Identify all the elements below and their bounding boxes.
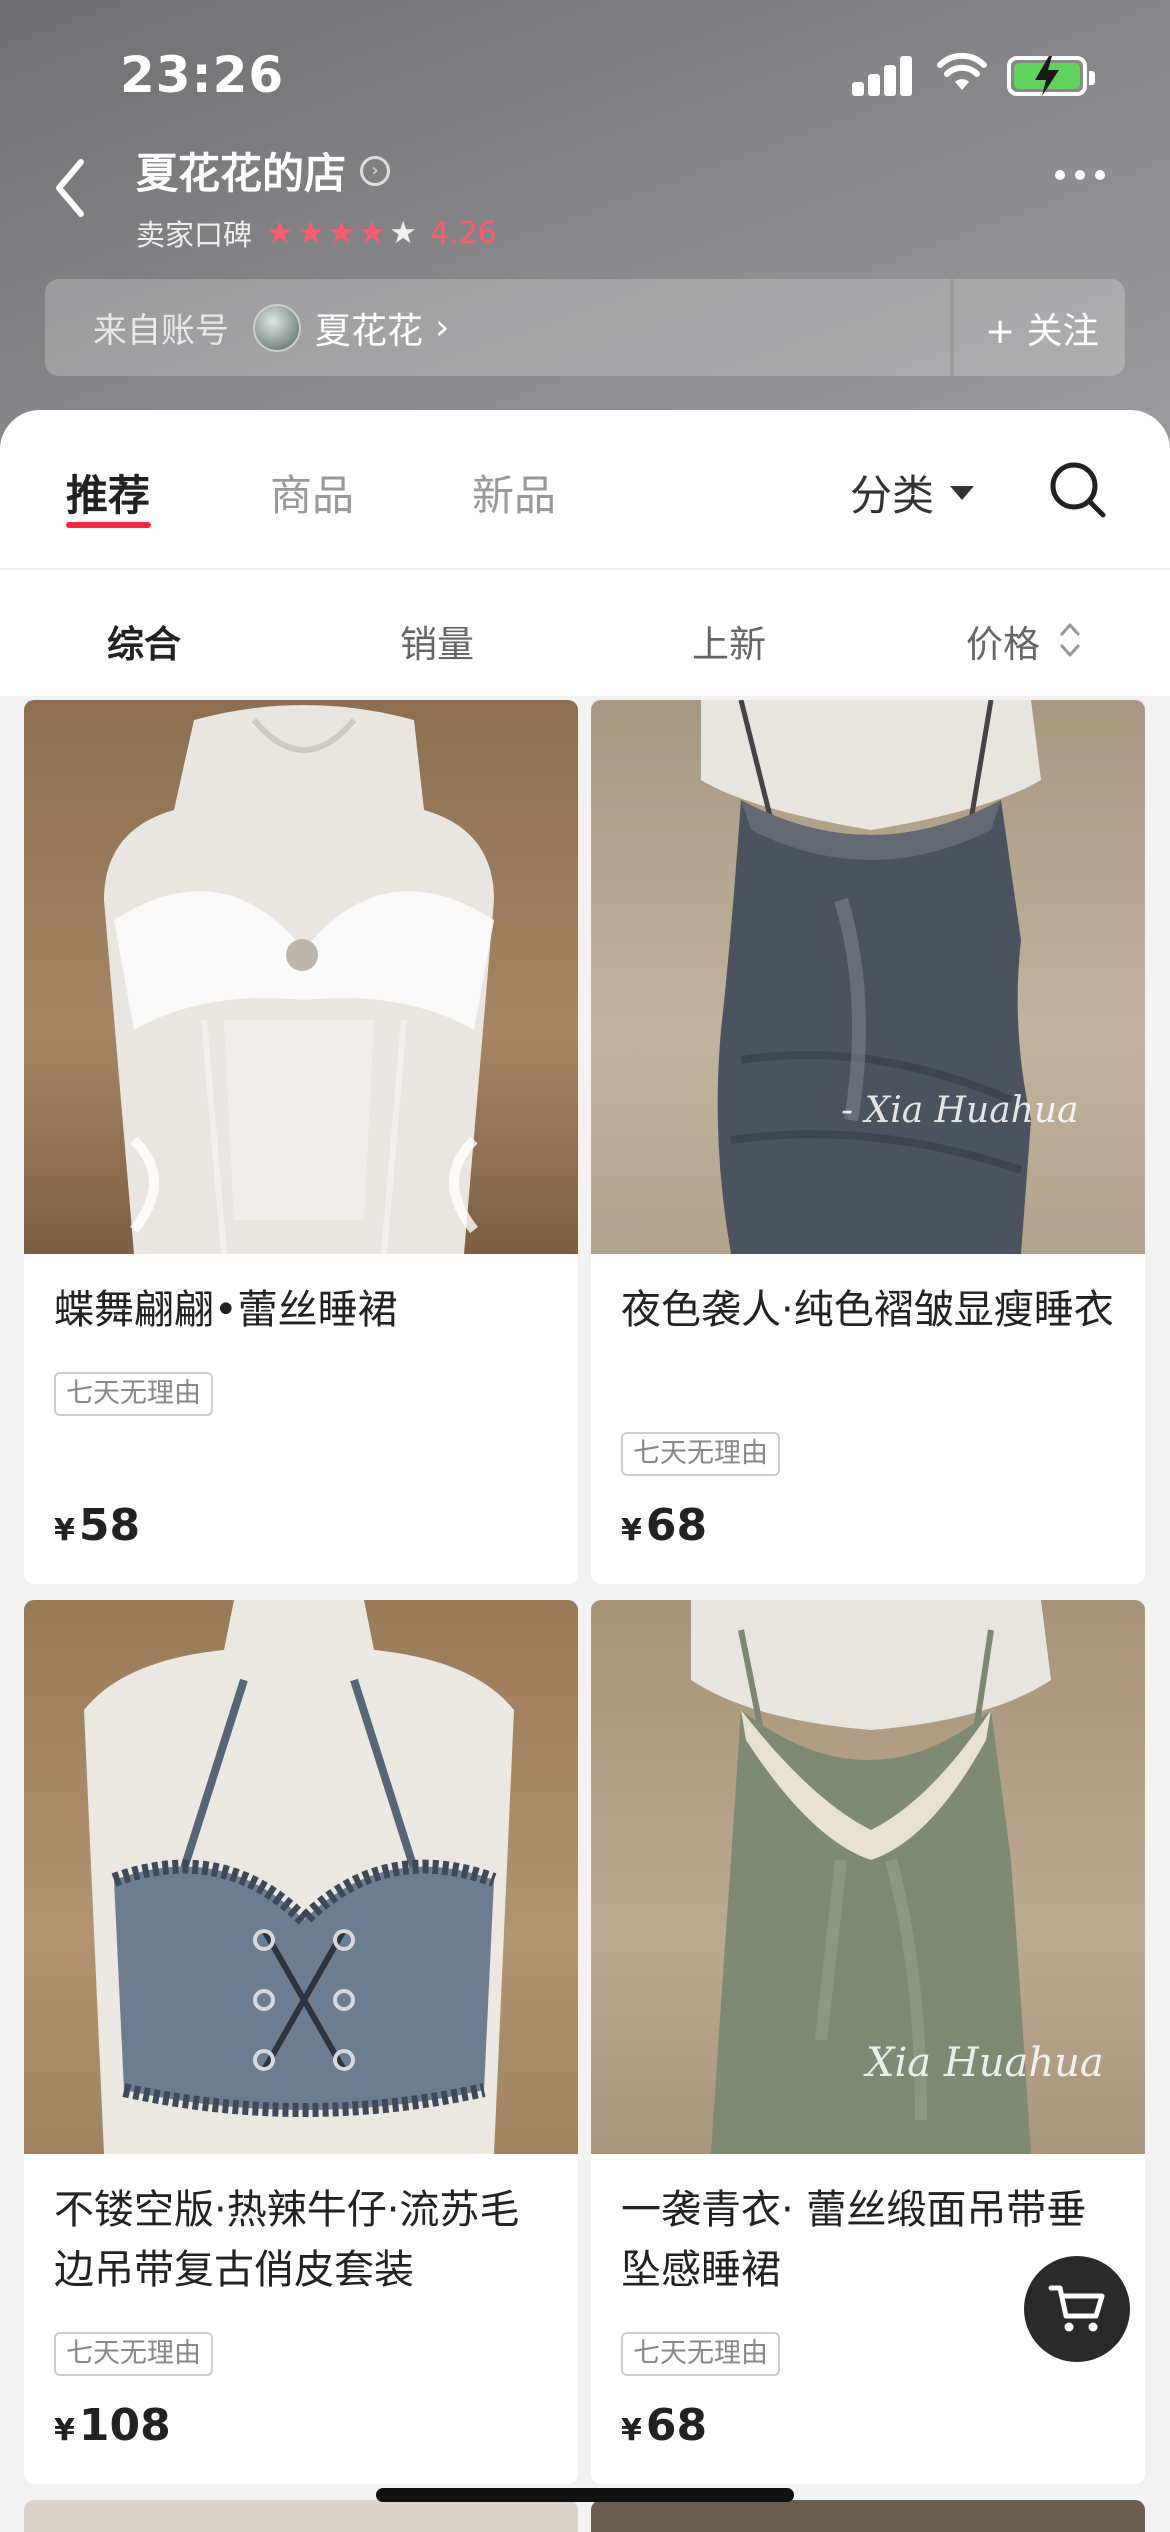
sort-price[interactable]: 价格 — [966, 614, 1040, 668]
sort-overall[interactable]: 综合 — [107, 614, 181, 668]
rating-score: 4.26 — [430, 215, 497, 251]
shop-header: 23:26 夏花花的店 › 卖家口碑 ★ ★ ★ ★ ★ 4.26 来自账号 夏… — [0, 0, 1170, 460]
account-name: 夏花花 — [315, 310, 424, 352]
status-time: 23:26 — [120, 46, 285, 104]
return-policy-badge: 七天无理由 — [621, 1432, 780, 1476]
currency-symbol: ¥ — [54, 1513, 75, 1548]
product-card[interactable]: - Xia Huahua 夜色袭人·纯色褶皱显瘦睡衣 七天无理由 ¥68 — [591, 700, 1145, 1584]
star-icon: ★ — [389, 215, 417, 251]
image-watermark: Xia Huahua — [866, 2040, 1104, 2086]
follow-button[interactable]: + 关注 — [985, 279, 1099, 376]
account-from-label: 来自账号 — [93, 311, 229, 351]
star-icon: ★ — [327, 215, 356, 251]
product-title: 不镂空版·热辣牛仔·流苏毛边吊带复古俏皮套装 — [54, 2187, 520, 2293]
price-value: 108 — [78, 2400, 171, 2451]
shop-name-text: 夏花花的店 — [136, 149, 347, 198]
sort-newest[interactable]: 上新 — [692, 614, 766, 668]
product-card[interactable] — [591, 2500, 1145, 2532]
product-card[interactable]: 蝶舞翩翩•蕾丝睡裙 七天无理由 ¥58 — [24, 700, 578, 1584]
product-title: 夜色袭人·纯色褶皱显瘦睡衣 — [621, 1287, 1114, 1333]
tab-bar: 推荐 商品 新品 分类 — [0, 410, 1170, 568]
avatar — [253, 303, 301, 352]
tab-active-indicator — [66, 522, 151, 528]
sort-arrows-icon — [1060, 623, 1080, 657]
rating-label: 卖家口碑 — [136, 218, 253, 252]
product-price: ¥58 — [54, 1500, 140, 1551]
caret-down-icon — [950, 485, 975, 500]
product-price: ¥108 — [54, 2400, 171, 2451]
price-value: 68 — [645, 1500, 708, 1551]
star-icon: ★ — [296, 215, 325, 251]
shop-name[interactable]: 夏花花的店 › — [136, 140, 391, 201]
cellular-signal-icon — [852, 54, 914, 96]
sort-bar: 综合 销量 上新 价格 — [0, 570, 1170, 696]
star-icon: ★ — [266, 215, 294, 251]
price-value: 58 — [78, 1500, 141, 1551]
category-dropdown[interactable]: 分类 — [850, 462, 975, 523]
seller-rating: 卖家口碑 ★ ★ ★ ★ ★ 4.26 — [136, 212, 497, 254]
currency-symbol: ¥ — [54, 2413, 75, 2448]
price-value: 68 — [645, 2400, 708, 2451]
product-image: - Xia Huahua — [591, 700, 1145, 1254]
product-image: Xia Huahua — [591, 1600, 1145, 2154]
more-options-button[interactable] — [1055, 170, 1105, 180]
product-image — [24, 700, 578, 1254]
shopping-cart-icon — [1048, 2285, 1105, 2332]
source-account-bar[interactable]: 来自账号 夏花花 › + 关注 — [45, 279, 1125, 376]
product-price: ¥68 — [621, 2400, 707, 2451]
tab-products[interactable]: 商品 — [270, 462, 354, 523]
category-label: 分类 — [850, 471, 935, 520]
battery-icon — [1007, 56, 1095, 96]
star-icon: ★ — [358, 215, 387, 251]
shop-info-icon: › — [360, 155, 391, 186]
currency-symbol: ¥ — [621, 1513, 642, 1548]
back-button[interactable] — [40, 148, 100, 228]
chevron-left-icon — [56, 159, 84, 217]
return-policy-badge: 七天无理由 — [621, 2332, 780, 2376]
tab-recommend[interactable]: 推荐 — [66, 462, 150, 523]
tab-new[interactable]: 新品 — [472, 462, 556, 523]
return-policy-badge: 七天无理由 — [54, 2332, 213, 2376]
content-sheet: 推荐 商品 新品 分类 综合 销量 上新 价格 蝶舞翩翩•蕾丝睡裙 七天无理由 … — [0, 410, 1170, 2532]
sort-sales[interactable]: 销量 — [400, 614, 474, 668]
wifi-icon — [937, 52, 987, 90]
rating-stars: ★ ★ ★ ★ ★ — [266, 215, 420, 251]
home-indicator[interactable] — [376, 2488, 794, 2502]
return-policy-badge: 七天无理由 — [54, 1372, 213, 1416]
product-title: 蝶舞翩翩•蕾丝睡裙 — [54, 1287, 398, 1333]
product-price: ¥68 — [621, 1500, 707, 1551]
product-image — [24, 1600, 578, 2154]
currency-symbol: ¥ — [621, 2413, 642, 2448]
status-bar: 23:26 — [0, 0, 1170, 150]
search-icon[interactable] — [1048, 460, 1108, 520]
chevron-right-icon: › — [435, 307, 450, 348]
product-card[interactable] — [24, 2500, 578, 2532]
cart-button[interactable] — [1024, 2256, 1130, 2362]
image-watermark: - Xia Huahua — [841, 1090, 1079, 1131]
product-card[interactable]: 不镂空版·热辣牛仔·流苏毛边吊带复古俏皮套装 七天无理由 ¥108 — [24, 1600, 578, 2484]
